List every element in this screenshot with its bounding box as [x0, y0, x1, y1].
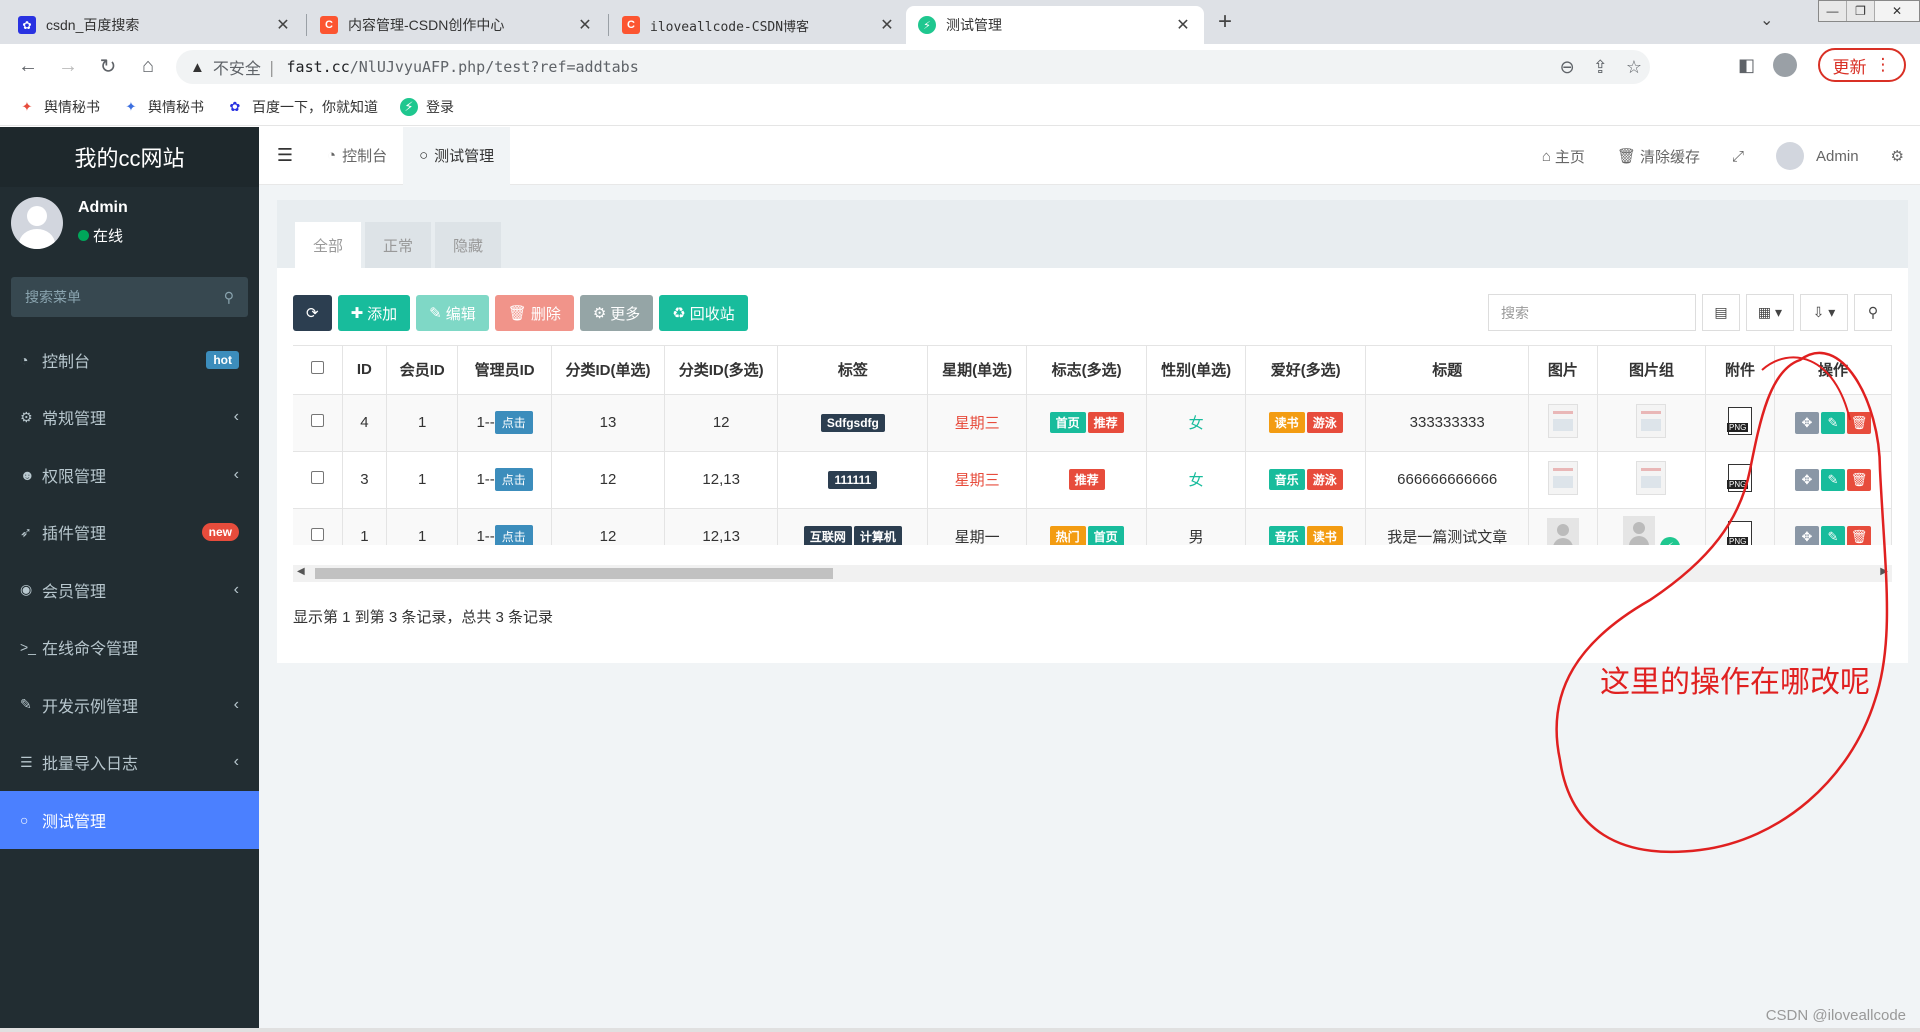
annotation-circle — [1555, 351, 1889, 854]
annotation-loop — [1555, 351, 1889, 854]
annotation-stroke — [1761, 356, 1851, 421]
watermark: CSDN @iloveallcode — [1765, 1007, 1906, 1024]
bottom-border — [0, 1028, 1920, 1032]
annotation-text: 这里的操作在哪改呢 — [1600, 665, 1870, 700]
